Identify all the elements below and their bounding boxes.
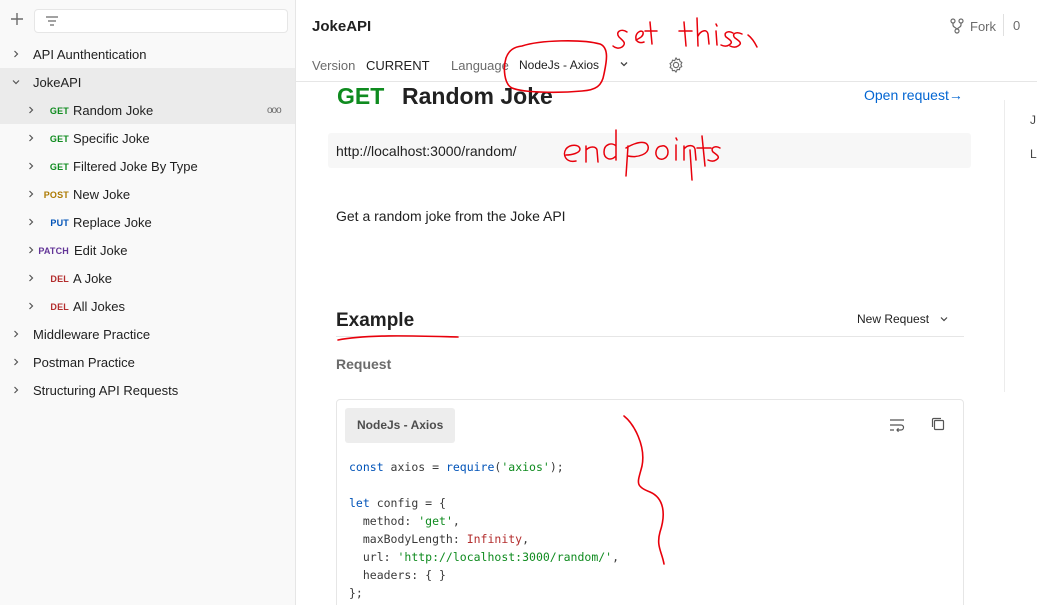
request-label: New Joke xyxy=(73,187,131,202)
code-line: url: 'http://localhost:3000/random/', xyxy=(349,550,620,564)
request-label: Edit Joke xyxy=(74,243,128,258)
sidebar-folder-api-aunthentication[interactable]: API Aunthentication xyxy=(0,40,295,68)
chevron-right-icon[interactable] xyxy=(26,273,36,283)
chevron-right-icon[interactable] xyxy=(26,189,36,199)
method-badge: PATCH xyxy=(38,246,69,256)
chevron-right-icon[interactable] xyxy=(11,49,21,59)
example-request-heading: Request xyxy=(336,356,392,372)
request-label: All Jokes xyxy=(73,299,126,314)
folder-label: Postman Practice xyxy=(33,355,135,370)
right-panel-fragment: J xyxy=(1030,113,1036,127)
folder-label: Structuring API Requests xyxy=(33,383,179,398)
chevron-right-icon[interactable] xyxy=(26,133,36,143)
chevron-right-icon[interactable] xyxy=(26,301,36,311)
right-panel-divider xyxy=(1004,100,1005,392)
request-url: http://localhost:3000/random/ xyxy=(336,143,517,159)
fork-label: Fork xyxy=(970,18,996,34)
gear-icon[interactable] xyxy=(667,56,685,74)
code-line: let config = { xyxy=(349,496,446,510)
request-label: Replace Joke xyxy=(73,215,152,230)
example-select[interactable]: New Request xyxy=(857,312,949,326)
chevron-down-icon[interactable] xyxy=(619,59,629,69)
chevron-right-icon[interactable] xyxy=(11,329,21,339)
sidebar-request-filtered-joke-by-type[interactable]: GET Filtered Joke By Type xyxy=(0,152,295,180)
folder-label: JokeAPI xyxy=(33,75,82,90)
request-label: Filtered Joke By Type xyxy=(73,159,198,174)
request-url-box: http://localhost:3000/random/ xyxy=(328,133,971,168)
collection-title: JokeAPI xyxy=(312,18,372,35)
chevron-right-icon[interactable] xyxy=(26,217,36,227)
sidebar-request-a-joke[interactable]: DEL A Joke xyxy=(0,264,295,292)
chevron-right-icon[interactable] xyxy=(26,161,36,171)
request-description: Get a random joke from the Joke API xyxy=(336,208,566,224)
wrap-text-icon[interactable] xyxy=(888,416,906,434)
request-label: Random Joke xyxy=(73,103,154,118)
code-line: }; xyxy=(349,586,363,600)
sidebar-folder-structuring-api-requests[interactable]: Structuring API Requests xyxy=(0,376,295,404)
method-badge: GET xyxy=(49,106,69,116)
chevron-down-icon[interactable] xyxy=(11,77,21,87)
method-badge: DEL xyxy=(50,302,69,312)
code-line: maxBodyLength: Infinity, xyxy=(349,532,530,546)
chevron-right-icon[interactable] xyxy=(26,245,36,255)
code-language-tab[interactable]: NodeJs - Axios xyxy=(345,408,456,443)
fork-count: 0 xyxy=(1013,18,1021,33)
version-select[interactable]: CURRENT xyxy=(366,58,430,73)
plus-icon[interactable] xyxy=(8,10,26,28)
sidebar-request-specific-joke[interactable]: GET Specific Joke xyxy=(0,124,295,152)
sidebar-folder-jokeapi[interactable]: JokeAPI xyxy=(0,68,295,96)
folder-label: Middleware Practice xyxy=(33,327,151,342)
chevron-right-icon[interactable] xyxy=(26,105,36,115)
filter-input[interactable] xyxy=(34,9,288,33)
language-select[interactable]: NodeJs - Axios xyxy=(519,58,599,72)
chevron-down-icon xyxy=(940,317,948,322)
more-options-icon[interactable]: ooo xyxy=(267,105,282,116)
sidebar-request-random-joke[interactable]: GET Random Joke ooo xyxy=(0,96,295,124)
copy-icon[interactable] xyxy=(930,416,946,432)
code-line: const axios = require('axios'); xyxy=(349,460,564,474)
code-line: headers: { } xyxy=(349,568,446,582)
sidebar-request-all-jokes[interactable]: DEL All Jokes xyxy=(0,292,295,320)
sidebar: API Aunthentication JokeAPI GET Random Joke… xyxy=(0,0,296,605)
sidebar-request-edit-joke[interactable]: PATCH Edit Joke xyxy=(0,236,295,264)
folder-label: API Aunthentication xyxy=(33,47,147,62)
example-heading: Example xyxy=(336,310,415,331)
method-badge: DEL xyxy=(50,274,69,284)
example-divider xyxy=(336,336,964,337)
open-request-link[interactable]: Open request→ xyxy=(864,87,963,103)
language-label: Language xyxy=(451,58,509,73)
method-badge: PUT xyxy=(50,218,69,228)
method-badge: GET xyxy=(49,134,69,144)
code-snippet-card: NodeJs - Axios const axios = require('ax… xyxy=(336,399,964,605)
chevron-right-icon[interactable] xyxy=(11,357,21,367)
method-badge: POST xyxy=(43,190,69,200)
right-panel-fragment: L xyxy=(1030,147,1037,161)
chevron-right-icon[interactable] xyxy=(11,385,21,395)
request-title: Random Joke xyxy=(402,83,553,109)
method-badge: GET xyxy=(49,162,69,172)
request-method: GET xyxy=(337,83,385,109)
sidebar-folder-postman-practice[interactable]: Postman Practice xyxy=(0,348,295,376)
sidebar-request-new-joke[interactable]: POST New Joke xyxy=(0,180,295,208)
filter-icon xyxy=(46,16,58,26)
example-select-label: New Request xyxy=(857,312,930,326)
fork-divider xyxy=(1003,14,1004,36)
code-line: method: 'get', xyxy=(349,514,460,528)
code-block: const axios = require('axios'); let conf… xyxy=(349,458,619,602)
version-label: Version xyxy=(312,58,356,73)
request-label: Specific Joke xyxy=(73,131,150,146)
sidebar-folder-middleware-practice[interactable]: Middleware Practice xyxy=(0,320,295,348)
fork-icon xyxy=(950,18,964,34)
fork-button[interactable]: Fork xyxy=(950,16,996,36)
sidebar-toolbar xyxy=(0,0,296,40)
doc-header: JokeAPI Fork 0 Version CURRENT Language … xyxy=(296,0,1037,82)
request-label: A Joke xyxy=(73,271,113,286)
sidebar-request-replace-joke[interactable]: PUT Replace Joke xyxy=(0,208,295,236)
